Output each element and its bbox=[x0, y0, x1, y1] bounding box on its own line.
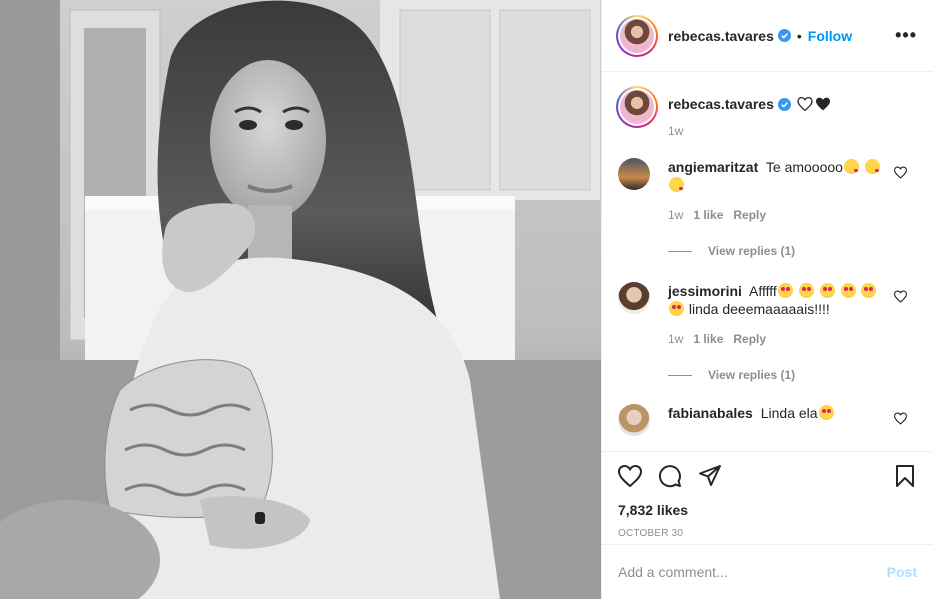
caption-username[interactable]: rebecas.tavares bbox=[668, 96, 774, 112]
view-replies-label: View replies (1) bbox=[708, 368, 796, 382]
comment-item: fabianabales Linda ela bbox=[602, 404, 933, 436]
caption-time[interactable]: 1w bbox=[668, 124, 831, 138]
heart-eyes-emoji-icon bbox=[861, 283, 877, 298]
view-replies-button[interactable]: View replies (1) bbox=[668, 368, 933, 382]
comment-username[interactable]: fabianabales bbox=[668, 405, 753, 421]
kiss-emoji-icon bbox=[843, 159, 859, 174]
likes-count[interactable]: 7,832 likes bbox=[618, 502, 917, 518]
post-photo[interactable] bbox=[0, 0, 601, 599]
like-heart-icon[interactable] bbox=[618, 464, 642, 488]
commenter-avatar[interactable] bbox=[618, 282, 650, 314]
heart-eyes-emoji-icon bbox=[819, 283, 835, 298]
like-comment-heart-icon[interactable] bbox=[894, 290, 907, 303]
replies-divider-line bbox=[668, 374, 692, 376]
like-comment-heart-icon[interactable] bbox=[894, 412, 907, 425]
comment-username[interactable]: jessimorini bbox=[668, 283, 742, 299]
heart-eyes-emoji-icon bbox=[798, 283, 814, 298]
heart-eyes-emoji-icon bbox=[669, 301, 684, 316]
view-replies-button[interactable]: View replies (1) bbox=[668, 244, 933, 258]
commenter-avatar[interactable] bbox=[618, 404, 650, 436]
comment-text-continued: linda deeemaaaaais!!!! bbox=[685, 301, 830, 317]
comment-item: jessimorini Afffff linda deeemaaaaais!!!… bbox=[602, 282, 933, 348]
action-bar: 7,832 likes OCTOBER 30 bbox=[602, 451, 933, 544]
header-username[interactable]: rebecas.tavares bbox=[668, 28, 774, 44]
reply-button[interactable]: Reply bbox=[733, 330, 766, 348]
post-comment-button[interactable]: Post bbox=[887, 564, 917, 580]
like-comment-heart-icon[interactable] bbox=[894, 166, 907, 179]
follow-button[interactable]: Follow bbox=[808, 28, 852, 44]
comment-username[interactable]: angiemaritzat bbox=[668, 159, 758, 175]
comment-text: Afffff bbox=[749, 283, 777, 299]
comment-likes[interactable]: 1 like bbox=[693, 206, 723, 224]
comment-likes[interactable]: 1 like bbox=[693, 330, 723, 348]
caption-avatar[interactable] bbox=[616, 86, 658, 128]
post-header: rebecas.tavares • Follow ••• bbox=[602, 0, 933, 72]
heart-eyes-emoji-icon bbox=[818, 405, 834, 420]
caption: rebecas.tavares 1w bbox=[602, 72, 933, 138]
add-comment-bar: Post bbox=[602, 544, 933, 599]
view-replies-label: View replies (1) bbox=[708, 244, 796, 258]
verified-badge-icon bbox=[777, 97, 791, 111]
heart-eyes-emoji-icon bbox=[840, 283, 856, 298]
post-sidebar: rebecas.tavares • Follow ••• rebecas.tav… bbox=[601, 0, 933, 599]
kiss-emoji-icon bbox=[669, 177, 684, 192]
reply-button[interactable]: Reply bbox=[733, 206, 766, 224]
more-options-icon[interactable]: ••• bbox=[895, 25, 917, 46]
verified-badge-icon bbox=[777, 29, 791, 42]
comments-section[interactable]: rebecas.tavares 1w angiemaritzat Te amoo… bbox=[602, 72, 933, 451]
photo-illustration bbox=[0, 0, 601, 599]
comment-time[interactable]: 1w bbox=[668, 330, 683, 348]
black-heart-icon bbox=[815, 97, 830, 111]
comment-bubble-icon[interactable] bbox=[658, 464, 682, 488]
heart-eyes-emoji-icon bbox=[777, 283, 793, 298]
comment-input[interactable] bbox=[618, 564, 887, 580]
comment-text: Te amooooo bbox=[765, 159, 843, 175]
comment-time[interactable]: 1w bbox=[668, 206, 683, 224]
comment-item: angiemaritzat Te amooooo 1w 1 like Reply bbox=[602, 158, 933, 224]
white-heart-icon bbox=[797, 97, 813, 111]
save-bookmark-icon[interactable] bbox=[893, 464, 917, 488]
share-paper-plane-icon[interactable] bbox=[698, 464, 722, 488]
kiss-emoji-icon bbox=[864, 159, 880, 174]
comment-text: Linda ela bbox=[760, 405, 818, 421]
replies-divider-line bbox=[668, 250, 692, 252]
separator-dot: • bbox=[796, 27, 802, 44]
post-date[interactable]: OCTOBER 30 bbox=[618, 528, 917, 539]
commenter-avatar[interactable] bbox=[618, 158, 650, 190]
avatar[interactable] bbox=[616, 14, 658, 57]
